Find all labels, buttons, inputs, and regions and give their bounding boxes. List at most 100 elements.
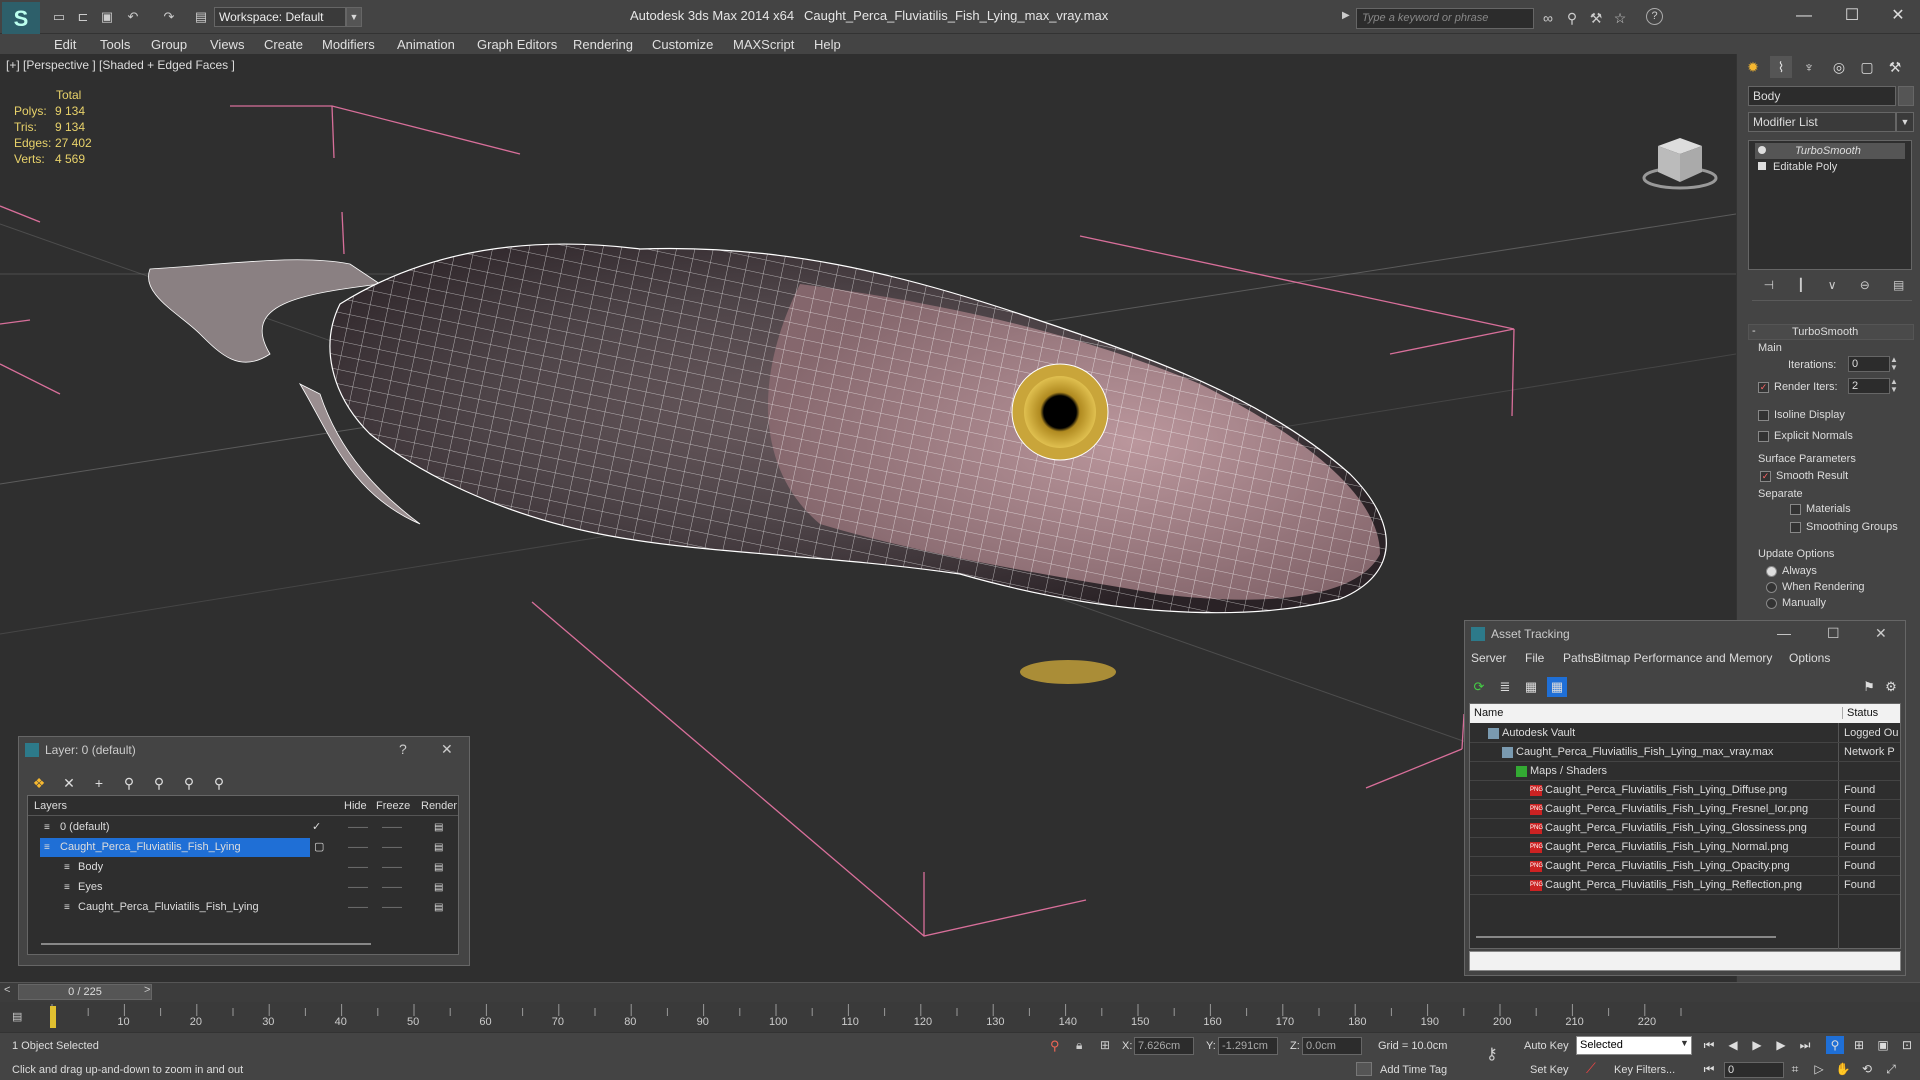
time-tag-icon[interactable] bbox=[1356, 1062, 1372, 1076]
hierarchy-tab-icon[interactable]: ♆ bbox=[1798, 56, 1820, 78]
current-frame-marker[interactable] bbox=[50, 1006, 56, 1028]
new-file-icon[interactable]: ▭ bbox=[50, 8, 68, 26]
next-key-icon[interactable]: ▶ bbox=[1772, 1036, 1790, 1054]
asset-row[interactable]: PNG Caught_Perca_Fluviatilis_Fish_Lying_O… bbox=[1470, 857, 1900, 876]
rollout-collapse[interactable]: - bbox=[1752, 325, 1756, 337]
time-config-icon[interactable]: ⌗ bbox=[1786, 1060, 1804, 1078]
menu-modifiers[interactable]: Modifiers bbox=[322, 37, 375, 52]
play-icon[interactable]: ▶ bbox=[1748, 1036, 1766, 1054]
viewport-label[interactable]: [+] [Perspective ] [Shaded + Edged Faces… bbox=[6, 58, 235, 72]
toggle-cell[interactable]: —— bbox=[382, 858, 402, 877]
close-icon[interactable]: ✕ bbox=[1875, 625, 1887, 642]
field-of-view-icon[interactable]: ▷ bbox=[1810, 1060, 1828, 1078]
selection-lock-icon[interactable]: 🔒︎ bbox=[1076, 1038, 1082, 1053]
absolute-mode-icon[interactable]: ⊞ bbox=[1100, 1038, 1110, 1052]
display-tab-icon[interactable]: ▢ bbox=[1856, 56, 1878, 78]
default-tangents-icon[interactable]: ⟋ bbox=[1586, 1060, 1602, 1076]
menu-rendering[interactable]: Rendering bbox=[573, 37, 633, 52]
toggle-cell[interactable]: —— bbox=[348, 818, 368, 837]
maximize-icon[interactable]: ☐ bbox=[1827, 625, 1840, 642]
time-slider-track[interactable] bbox=[0, 982, 1920, 1002]
render-toggle-icon[interactable]: ▤ bbox=[434, 818, 443, 837]
add-to-layer-icon[interactable]: + bbox=[89, 773, 109, 793]
go-to-end-icon[interactable]: ⏭ bbox=[1796, 1036, 1814, 1054]
asset-row[interactable]: Caught_Perca_Fluviatilis_Fish_Lying_max_… bbox=[1470, 743, 1900, 762]
maximize-viewport-icon[interactable]: ⤢ bbox=[1882, 1060, 1900, 1078]
chevron-down-icon[interactable]: ▼ bbox=[346, 7, 362, 27]
spinner-arrows-icon[interactable]: ▲ ▼ bbox=[1890, 378, 1900, 394]
isolate-icon[interactable]: ⚲ bbox=[1050, 1038, 1060, 1054]
open-file-icon[interactable]: ⊏ bbox=[74, 8, 92, 26]
zoom-extents-all-icon[interactable]: ⊡ bbox=[1898, 1036, 1916, 1054]
create-layer-icon[interactable]: ❖ bbox=[29, 773, 49, 793]
menu-options[interactable]: Options bbox=[1789, 651, 1830, 665]
menu-group[interactable]: Group bbox=[151, 37, 187, 52]
materials-checkbox[interactable] bbox=[1790, 504, 1801, 515]
show-end-result-icon[interactable]: ┃ bbox=[1797, 278, 1804, 294]
spinner-arrows-icon[interactable]: ▲ ▼ bbox=[1890, 356, 1900, 372]
toggle-cell[interactable]: —— bbox=[382, 838, 402, 857]
next-frame-icon[interactable]: > bbox=[144, 984, 150, 996]
redo-icon[interactable]: ↷ bbox=[160, 8, 178, 26]
chevron-down-icon[interactable]: ▼ bbox=[1896, 112, 1914, 132]
col-render[interactable]: Render bbox=[421, 800, 457, 812]
toggle-cell[interactable]: —— bbox=[348, 838, 368, 857]
freeze-all-layers-icon[interactable]: ⚲ bbox=[209, 773, 229, 793]
search-expand-icon[interactable]: ▶ bbox=[1342, 10, 1350, 21]
close-icon[interactable]: ✕ bbox=[1876, 4, 1920, 28]
stack-item-editable-poly[interactable]: Editable Poly bbox=[1755, 159, 1905, 175]
zoom-all-icon[interactable]: ⊞ bbox=[1850, 1036, 1868, 1054]
pin-stack-icon[interactable]: ⊣ bbox=[1764, 278, 1774, 294]
modifier-list-dropdown[interactable]: Modifier List bbox=[1748, 112, 1896, 132]
go-to-start-icon[interactable]: ⏮ bbox=[1700, 1036, 1718, 1054]
toggle-cell[interactable]: —— bbox=[382, 898, 402, 917]
set-key-button[interactable]: Set Key bbox=[1530, 1064, 1569, 1076]
table-view-icon[interactable]: ▦ bbox=[1521, 677, 1541, 697]
col-name[interactable]: Name bbox=[1474, 707, 1503, 719]
y-coordinate-input[interactable]: -1.291cm bbox=[1218, 1037, 1278, 1055]
toggle-cell[interactable]: —— bbox=[348, 858, 368, 877]
create-tab-icon[interactable]: ✹ bbox=[1742, 56, 1764, 78]
favorites-star-icon[interactable]: ☆ bbox=[1610, 8, 1630, 28]
layer-row[interactable]: ≡ Eyes —— —— ▤ bbox=[30, 878, 456, 897]
maximize-icon[interactable]: ☐ bbox=[1830, 4, 1874, 28]
col-hide[interactable]: Hide bbox=[344, 800, 367, 812]
communication-icon[interactable]: ⚒ bbox=[1586, 8, 1606, 28]
zoom-extents-icon[interactable]: ▣ bbox=[1874, 1036, 1892, 1054]
asset-row[interactable]: PNG Caught_Perca_Fluviatilis_Fish_Lying_G… bbox=[1470, 819, 1900, 838]
select-in-layer-icon[interactable]: ⚲ bbox=[119, 773, 139, 793]
app-logo-icon[interactable]: S bbox=[2, 2, 40, 36]
x-coordinate-input[interactable]: 7.626cm bbox=[1134, 1037, 1194, 1055]
explicit-normals-checkbox[interactable] bbox=[1758, 431, 1769, 442]
layer-row[interactable]: ≡ Body —— —— ▤ bbox=[30, 858, 456, 877]
toggle-cell[interactable]: —— bbox=[348, 898, 368, 917]
when-rendering-radio[interactable] bbox=[1766, 582, 1777, 593]
col-freeze[interactable]: Freeze bbox=[376, 800, 410, 812]
asset-row[interactable]: PNG Caught_Perca_Fluviatilis_Fish_Lying_N… bbox=[1470, 838, 1900, 857]
asset-path-input[interactable] bbox=[1469, 951, 1901, 971]
save-file-icon[interactable]: ▣ bbox=[98, 8, 116, 26]
render-iters-checkbox[interactable]: ✓ bbox=[1758, 382, 1769, 393]
object-color-swatch[interactable] bbox=[1898, 86, 1914, 106]
close-icon[interactable]: ✕ bbox=[441, 741, 453, 758]
asset-row[interactable]: PNG Caught_Perca_Fluviatilis_Fish_Lying_D… bbox=[1470, 781, 1900, 800]
toggle-cell[interactable]: —— bbox=[382, 878, 402, 897]
motion-tab-icon[interactable]: ◎ bbox=[1828, 56, 1850, 78]
layer-row[interactable]: ≡ Caught_Perca_Fluviatilis_Fish_Lying —— ——… bbox=[30, 898, 456, 917]
smoothing-groups-checkbox[interactable] bbox=[1790, 522, 1801, 533]
refresh-icon[interactable]: ⟳ bbox=[1469, 677, 1489, 697]
render-toggle-icon[interactable]: ▤ bbox=[434, 898, 443, 917]
asset-row[interactable]: Maps / Shaders bbox=[1470, 762, 1900, 781]
asset-row[interactable]: PNG Caught_Perca_Fluviatilis_Fish_Lying_R… bbox=[1470, 876, 1900, 895]
hide-all-layers-icon[interactable]: ⚲ bbox=[179, 773, 199, 793]
prev-frame-icon[interactable]: < bbox=[4, 984, 10, 996]
search-input[interactable]: Type a keyword or phrase bbox=[1356, 8, 1534, 29]
chevron-down-icon[interactable]: ▼ bbox=[1680, 1038, 1689, 1048]
layer-row[interactable]: ≡ 0 (default) ✓ —— —— ▤ bbox=[30, 818, 456, 837]
horizontal-scrollbar[interactable] bbox=[1476, 936, 1776, 938]
menu-file[interactable]: File bbox=[1525, 651, 1544, 665]
subscription-icon[interactable]: ⚲ bbox=[1562, 8, 1582, 28]
menu-help[interactable]: Help bbox=[814, 37, 841, 52]
configure-sets-icon[interactable]: ▤ bbox=[1893, 278, 1904, 294]
menu-maxscript[interactable]: MAXScript bbox=[733, 37, 794, 52]
